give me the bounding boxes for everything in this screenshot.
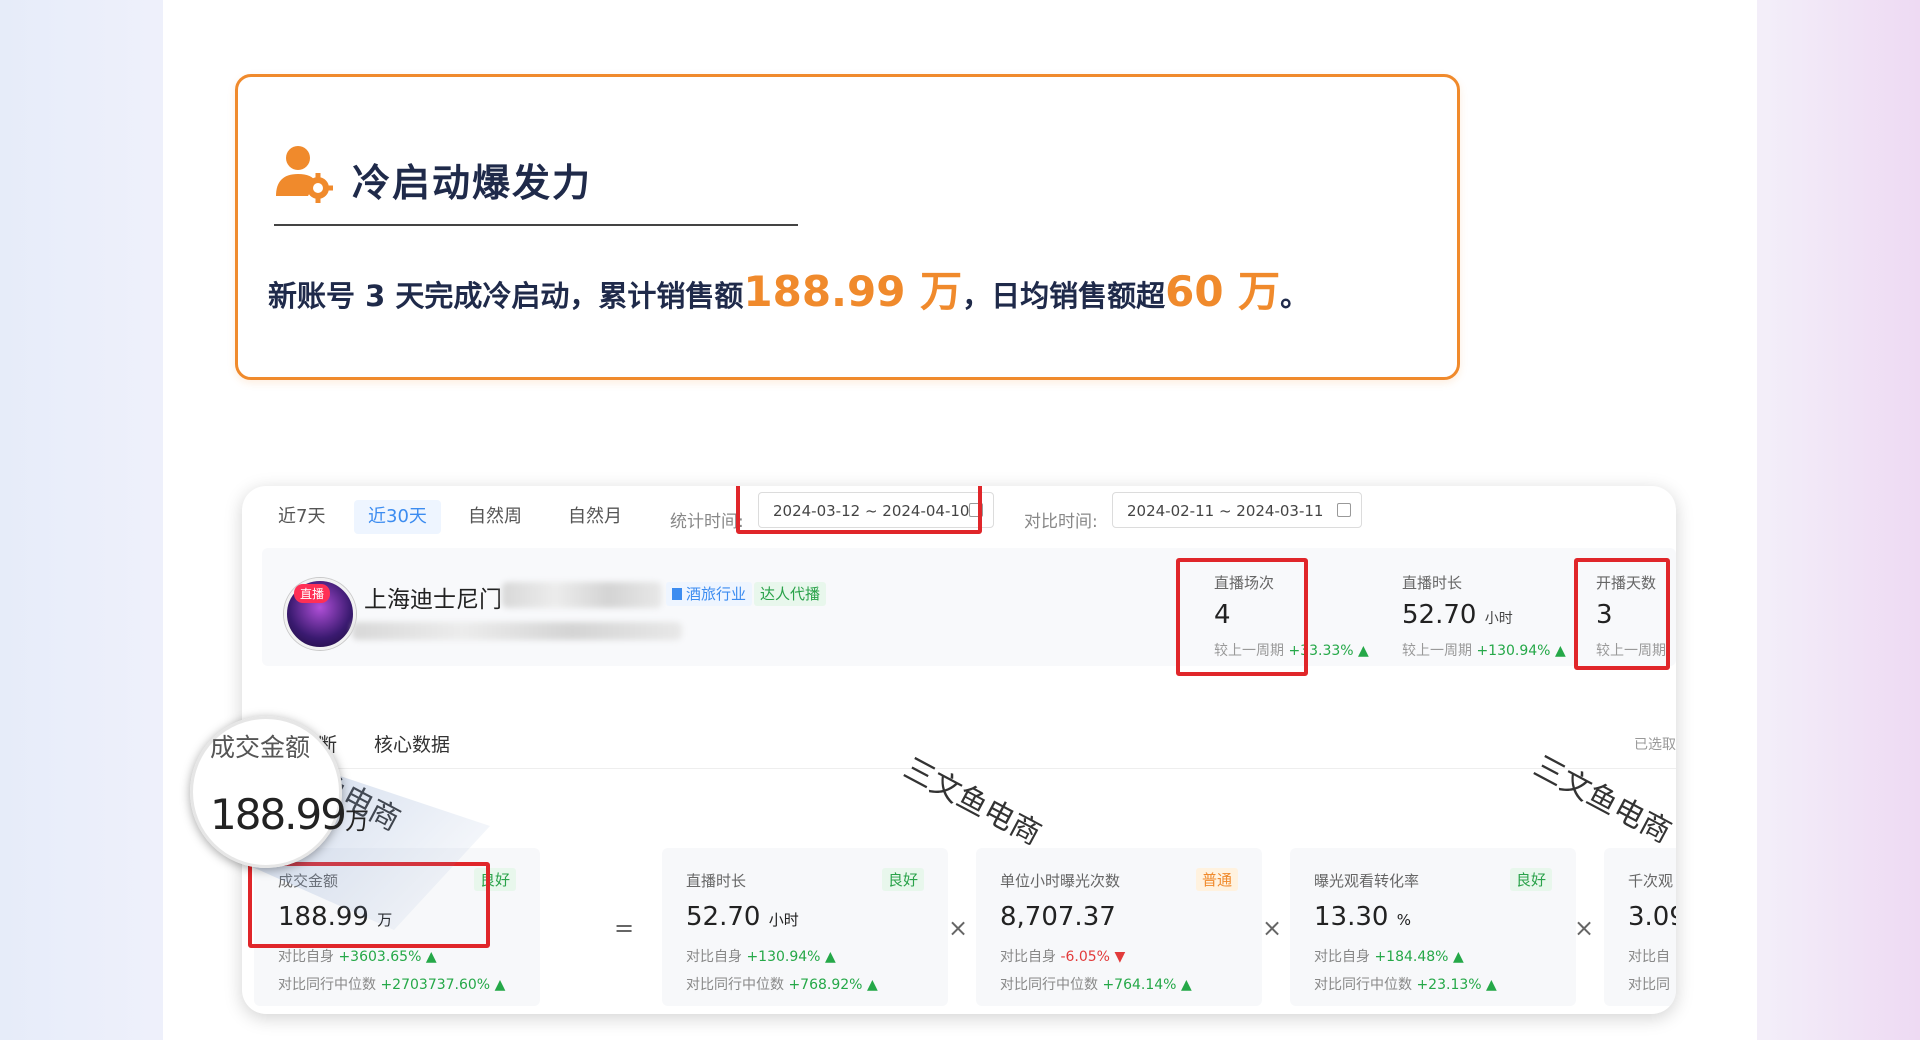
metric-card-exposure[interactable]: 单位小时曝光次数 普通 8,707.37 对比自身 -6.05% ▼ 对比同行中… — [976, 848, 1262, 1006]
arrow-up-icon: ▲ — [1554, 643, 1566, 659]
duration-compare: 较上一周期 +130.94% ▲ — [1402, 643, 1566, 659]
arrow-up-icon: ▲ — [425, 949, 437, 965]
tab-7-days[interactable]: 近7天 — [264, 500, 339, 534]
stat-time-highlight-box — [736, 486, 982, 534]
multiply-operator: × — [1574, 914, 1595, 942]
metric-value: 13.30 % — [1314, 902, 1411, 932]
tab-natural-week[interactable]: 自然周 — [454, 500, 536, 534]
industry-tag-label: 酒旅行业 — [686, 585, 747, 603]
tab-30-days[interactable]: 近30天 — [354, 500, 441, 534]
metric-title: 单位小时曝光次数 — [1000, 872, 1121, 890]
compare-self: 对比自身 +184.48% ▲ — [1314, 949, 1464, 965]
multiply-operator: × — [948, 914, 969, 942]
selected-note: 已选取 — [1634, 737, 1676, 753]
card-summary-text: 新账号 3 天完成冷启动，累计销售额188.99 万，日均销售额超60 万。 — [268, 258, 1309, 319]
arrow-up-icon: ▲ — [1180, 977, 1192, 993]
metric-title: 直播时长 — [686, 872, 747, 890]
compare-peers: 对比同行中位数 +23.13% ▲ — [1314, 977, 1497, 993]
compare-self: 对比自身 +130.94% ▲ — [686, 949, 836, 965]
status-badge: 普通 — [1195, 868, 1238, 891]
compare-peers: 对比同 — [1628, 977, 1670, 993]
compare-peers: 对比同行中位数 +764.14% ▲ — [1000, 977, 1192, 993]
blurred-account-info — [502, 582, 662, 608]
compare-self: 对比自身 +3603.65% ▲ — [278, 949, 437, 965]
highlight-card — [235, 74, 1460, 380]
building-icon — [672, 588, 682, 600]
multiply-operator: × — [1262, 914, 1283, 942]
compare-self: 对比自身 -6.05% ▼ — [1000, 949, 1126, 965]
metric-card-conversion[interactable]: 曝光观看转化率 良好 13.30 % 对比自身 +184.48% ▲ 对比同行中… — [1290, 848, 1576, 1006]
metric-card-cpm[interactable]: 千次观 3.09 对比自 对比同 — [1604, 848, 1676, 1006]
arrow-up-icon: ▲ — [824, 949, 836, 965]
live-badge: 直播 — [294, 584, 331, 603]
magnifier-label: 成交金额 — [210, 733, 311, 762]
summary-prefix: 新账号 3 天完成冷启动，累计销售额 — [268, 279, 744, 313]
equals-operator: = — [614, 914, 635, 942]
arrow-down-icon: ▼ — [1114, 949, 1126, 965]
tab-core-data[interactable]: 核心数据 — [374, 730, 450, 757]
blurred-account-id — [352, 622, 682, 640]
calendar-icon — [1337, 503, 1351, 517]
compare-time-label: 对比时间: — [1024, 512, 1098, 532]
tab-natural-month[interactable]: 自然月 — [554, 500, 636, 534]
compare-time-picker[interactable]: 2024-02-11 ~ 2024-03-11 — [1112, 492, 1362, 528]
duration-label: 直播时长 — [1402, 574, 1463, 592]
metric-value: 3.09 — [1628, 902, 1676, 932]
watermark-text: 三文鱼电商 — [1527, 749, 1676, 851]
status-badge: 良好 — [1509, 868, 1552, 891]
arrow-up-icon: ▲ — [1486, 977, 1497, 993]
watermark-text: 三文鱼电商 — [897, 751, 1047, 853]
metric-value: 52.70 小时 — [686, 902, 799, 932]
daily-sales-highlight: 60 万 — [1165, 267, 1281, 316]
industry-tag: 酒旅行业 — [666, 582, 753, 606]
arrow-up-icon: ▲ — [1358, 643, 1369, 659]
duration-value: 52.70 小时 — [1402, 600, 1513, 630]
magnifier-value: 188.99万 — [210, 790, 369, 839]
account-name[interactable]: 上海迪士尼门 — [364, 580, 502, 614]
broadcast-type-tag: 达人代播 — [754, 582, 827, 606]
metric-value: 8,707.37 — [1000, 902, 1116, 932]
section-divider — [262, 768, 1676, 769]
arrow-up-icon: ▲ — [866, 977, 878, 993]
arrow-up-icon: ▲ — [1452, 949, 1464, 965]
stat-time-label: 统计时间: — [670, 512, 744, 532]
compare-peers: 对比同行中位数 +2703737.60% ▲ — [278, 977, 506, 993]
summary-suffix: 。 — [1280, 279, 1310, 313]
arrow-up-icon: ▲ — [494, 977, 506, 993]
metric-title: 曝光观看转化率 — [1314, 872, 1420, 890]
card-title: 冷启动爆发力 — [352, 161, 593, 205]
sessions-highlight-box — [1176, 558, 1308, 676]
total-sales-highlight: 188.99 万 — [743, 267, 963, 316]
dashboard-screenshot: 近7天 近30天 自然周 自然月 统计时间: 2024-03-12 ~ 2024… — [242, 486, 1676, 1014]
live-days-highlight-box — [1574, 558, 1670, 670]
title-underline — [274, 224, 798, 226]
metric-card-duration[interactable]: 直播时长 良好 52.70 小时 对比自身 +130.94% ▲ 对比同行中位数… — [662, 848, 948, 1006]
compare-peers: 对比同行中位数 +768.92% ▲ — [686, 977, 878, 993]
compare-self: 对比自 — [1628, 949, 1670, 965]
compare-time-value: 2024-02-11 ~ 2024-03-11 — [1127, 502, 1324, 520]
status-badge: 良好 — [881, 868, 924, 891]
metric-title: 千次观 — [1628, 872, 1674, 890]
summary-mid: ，日均销售额超 — [962, 279, 1166, 313]
user-gear-icon — [276, 146, 333, 203]
